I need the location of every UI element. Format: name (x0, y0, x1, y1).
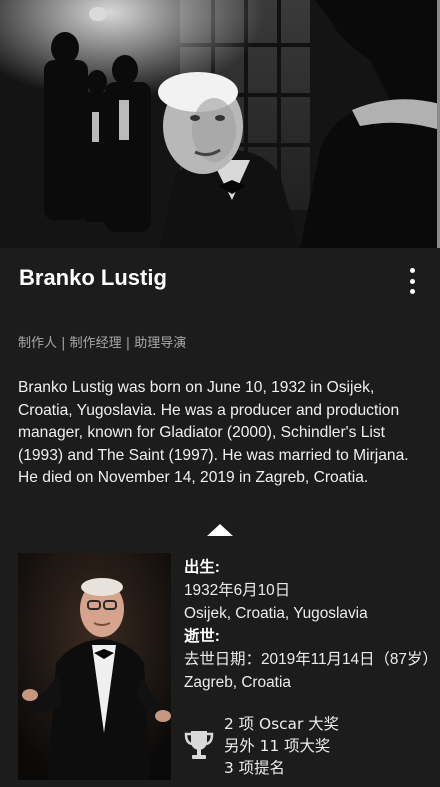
award-other-wins: 另外 11 项大奖 (224, 737, 331, 755)
born-date: 1932年6月10日 (184, 582, 291, 599)
died-place[interactable]: Zagreb, Croatia (184, 671, 434, 694)
person-portrait[interactable] (18, 553, 171, 780)
portrait-photo (18, 553, 171, 780)
award-nominations: 3 项提名 (224, 759, 285, 777)
born-label: 出生: (184, 559, 220, 576)
born-place[interactable]: Osijek, Croatia, Yugoslavia (184, 602, 434, 625)
person-name: Branko Lustig (19, 265, 167, 290)
more-options-icon[interactable] (402, 268, 422, 294)
award-oscars: 2 项 Oscar 大奖 (224, 715, 339, 733)
personal-details: 出生: 1932年6月10日 Osijek, Croatia, Yugoslav… (184, 556, 438, 694)
person-bio: Branko Lustig was born on June 10, 1932 … (18, 379, 409, 487)
person-roles: 制作人 | 制作经理 | 助理导演 (18, 336, 187, 351)
died-date: 去世日期：2019年11月14日（87岁） (184, 651, 438, 668)
chevron-up-icon[interactable] (205, 520, 235, 538)
more-dot (409, 278, 415, 284)
trophy-icon (184, 731, 214, 759)
more-dot (409, 289, 415, 294)
hero-photo (0, 0, 440, 248)
died-label: 逝世: (184, 628, 220, 645)
hero-image[interactable] (0, 0, 440, 248)
more-dot (409, 268, 415, 273)
person-page: Branko Lustig 制作人 | 制作经理 | 助理导演 Branko L… (0, 0, 440, 787)
